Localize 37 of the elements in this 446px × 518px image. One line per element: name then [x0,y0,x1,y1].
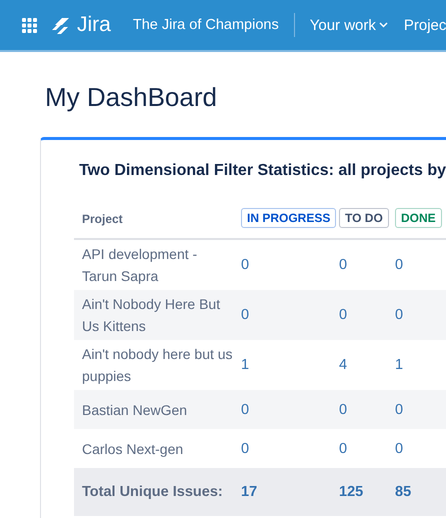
gadget-title: Two Dimensional Filter Statistics: all projects by [79,162,446,180]
issue-count-link[interactable]: 0 [395,257,404,273]
issue-count-link[interactable]: 0 [395,402,404,418]
issue-count-link[interactable]: 0 [339,257,348,273]
issue-count-link[interactable]: 0 [241,440,250,456]
column-header: Project [81,211,124,226]
app-switcher-icon[interactable] [22,18,37,32]
issue-count-link[interactable]: 0 [241,402,250,418]
status-lozenge: IN PROGRESS [241,208,336,228]
jira-logo-icon [51,16,71,34]
project-name: Bastian NewGen [81,400,188,420]
site-name[interactable]: The Jira of Champions [132,17,279,33]
status-lozenge: TO DO [339,208,389,228]
status-lozenge: DONE [395,208,442,228]
issue-count-link[interactable]: 0 [241,307,250,323]
issue-count-link[interactable]: 0 [395,307,404,323]
issue-count-link[interactable]: 0 [339,402,348,418]
issue-count-link[interactable]: 1 [395,357,404,373]
project-name: Carlos Next-gen [81,440,184,459]
project-name: Ain't Nobody Here But Us Kittens [81,295,222,336]
issue-count-link[interactable]: 0 [241,257,250,273]
total-count: 125 [339,484,364,500]
nav-link[interactable]: Projec [404,16,446,34]
issue-count-link[interactable]: 0 [395,440,404,456]
project-name: Ain't nobody here but us puppies [81,345,234,386]
issue-count-link[interactable]: 0 [339,440,348,456]
total-count: 17 [241,484,258,500]
chevron-down-icon [378,22,388,28]
project-name: API development - Tarun Sapra [81,245,198,286]
page-title: My DashBoard [45,82,218,113]
issue-count-link[interactable]: 0 [339,307,348,323]
total-label: Total Unique Issues: [81,484,224,500]
total-count: 85 [395,484,412,500]
issue-count-link[interactable]: 1 [241,357,250,373]
product-name: Jira [77,13,111,37]
nav-link[interactable]: Your work [310,16,388,34]
issue-count-link[interactable]: 4 [339,357,348,373]
